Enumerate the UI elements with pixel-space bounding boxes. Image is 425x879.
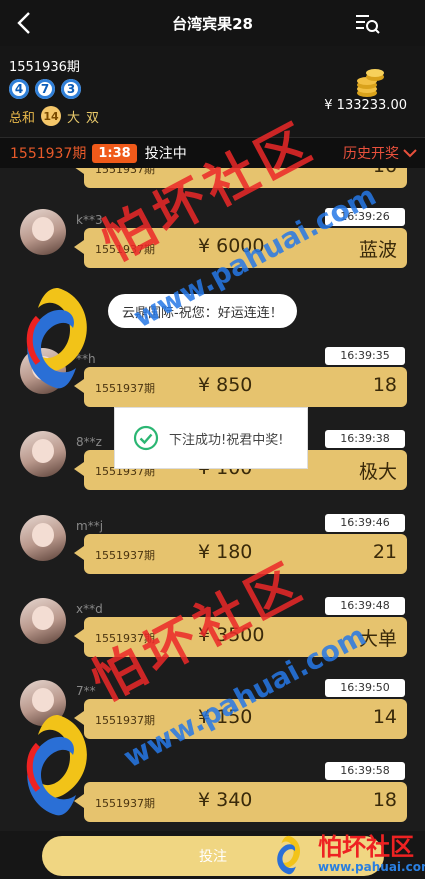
bet-time: 16:39:48 [325, 597, 405, 615]
bet-bubble: 1551937期 ¥ 180 21 [74, 534, 407, 574]
bet-time: 16:39:26 [325, 208, 405, 226]
size-tag: 大 [67, 110, 81, 126]
draw-ball: 4 [9, 79, 29, 99]
avatar [20, 680, 66, 726]
bet-period: 1551937期 [95, 382, 155, 395]
avatar [20, 515, 66, 561]
bet-time: 16:39:35 [325, 347, 405, 365]
bet-choice: 极大 [358, 461, 397, 483]
history-label: 历史开奖 [343, 146, 399, 162]
sum-row: 总和 14 大 双 [9, 106, 99, 126]
draw-balls: 4 7 3 [9, 79, 81, 99]
check-circle-icon [133, 425, 159, 451]
bet-choice: 大单 [358, 628, 397, 650]
bet-time: 16:39:38 [325, 430, 405, 448]
bet-button[interactable]: 投注 [42, 836, 384, 876]
user-name: **h [76, 352, 96, 366]
history-draws-link[interactable]: 历史开奖 [343, 143, 417, 163]
bet-amount: ¥ 6000 [198, 235, 265, 257]
sum-label: 总和 [9, 110, 36, 126]
bet-bubble: 1551937期 ¥ 340 18 [74, 782, 407, 822]
draw-ball: 7 [35, 79, 55, 99]
bet-amount: ¥ 3500 [198, 624, 265, 646]
success-toast: 下注成功!祝君中奖! [114, 407, 308, 469]
list-item: 16:39:58 1551937期 ¥ 340 18 [0, 762, 425, 831]
bet-bubble: 1551937期 ¥ 6000 蓝波 [74, 228, 407, 268]
bet-amount: ¥ 150 [198, 706, 253, 728]
coins-icon [357, 69, 384, 97]
toast-message: 下注成功!祝君中奖! [169, 432, 284, 448]
bet-bubble: 1551937期 ¥ 850 18 [74, 367, 407, 407]
list-search-icon [356, 15, 380, 34]
bet-amount: ¥ 180 [198, 541, 253, 563]
bet-choice: 18 [372, 789, 397, 811]
bet-bubble: 1551937期 ¥ 3500 大单 [74, 617, 407, 657]
bet-choice: 18 [372, 374, 397, 396]
last-issue-number: 1551936期 [9, 60, 80, 75]
draw-ball: 3 [61, 79, 81, 99]
bet-period: 1551937期 [95, 549, 155, 562]
bet-amount: ¥ 340 [198, 789, 253, 811]
bet-choice: 14 [372, 706, 397, 728]
page-title: 台湾宾果28 [172, 14, 253, 33]
parity-tag: 双 [86, 110, 100, 126]
chevron-down-icon [403, 149, 417, 158]
bet-choice: 21 [372, 541, 397, 563]
countdown-timer: 1:38 [92, 143, 137, 163]
user-name: 8**z [76, 435, 102, 449]
betting-status-bar: 1551937期 1:38 投注中 历史开奖 [0, 138, 425, 168]
bet-bubble: 1551937期 16 [74, 168, 407, 188]
list-item: x**d 16:39:48 1551937期 ¥ 3500 大单 [0, 597, 425, 677]
bet-amount: ¥ 850 [198, 374, 253, 396]
bet-choice: 16 [373, 168, 397, 177]
bet-period: 1551937期 [95, 714, 155, 727]
list-item: m**j 16:39:46 1551937期 ¥ 180 21 [0, 514, 425, 594]
bet-period: 1551937期 [95, 632, 155, 645]
top-nav-bar: 台湾宾果28 [0, 0, 425, 46]
system-message: 云鼎国际-祝您：好运连连！ [108, 294, 297, 328]
user-name: m**j [76, 519, 104, 533]
user-name: 7** [76, 684, 96, 698]
last-draw-panel: 1551936期 4 7 3 总和 14 大 双 ¥ 133233.00 [0, 46, 425, 138]
avatar [20, 431, 66, 477]
bet-time: 16:39:58 [325, 762, 405, 780]
sum-value: 14 [41, 106, 62, 126]
bet-period: 1551937期 [95, 168, 155, 176]
user-name: k**3 [76, 213, 103, 227]
betting-state: 投注中 [144, 146, 187, 162]
bet-choice: 蓝波 [358, 239, 397, 261]
avatar [20, 598, 66, 644]
bet-time: 16:39:46 [325, 514, 405, 532]
list-item: k**3 16:39:26 1551937期 ¥ 6000 蓝波 [0, 208, 425, 288]
bet-period: 1551937期 [95, 243, 155, 256]
account-balance: ¥ 133233.00 [324, 98, 407, 113]
list-item: 1551937期 16 [0, 168, 425, 188]
bet-feed[interactable]: 1551937期 16 k**3 16:39:26 1551937期 ¥ 600… [0, 168, 425, 831]
chevron-left-icon [17, 12, 30, 34]
avatar [20, 209, 66, 255]
user-name: x**d [76, 602, 103, 616]
avatar [20, 348, 66, 394]
bottom-action-bar: 投注 [0, 831, 425, 879]
current-issue: 1551937期 [10, 146, 87, 162]
bet-bubble: 1551937期 ¥ 150 14 [74, 699, 407, 739]
list-item: 7** 16:39:50 1551937期 ¥ 150 14 [0, 679, 425, 759]
history-list-button[interactable] [353, 9, 381, 37]
bet-period: 1551937期 [95, 797, 155, 810]
back-button[interactable] [8, 6, 40, 40]
bet-time: 16:39:50 [325, 679, 405, 697]
